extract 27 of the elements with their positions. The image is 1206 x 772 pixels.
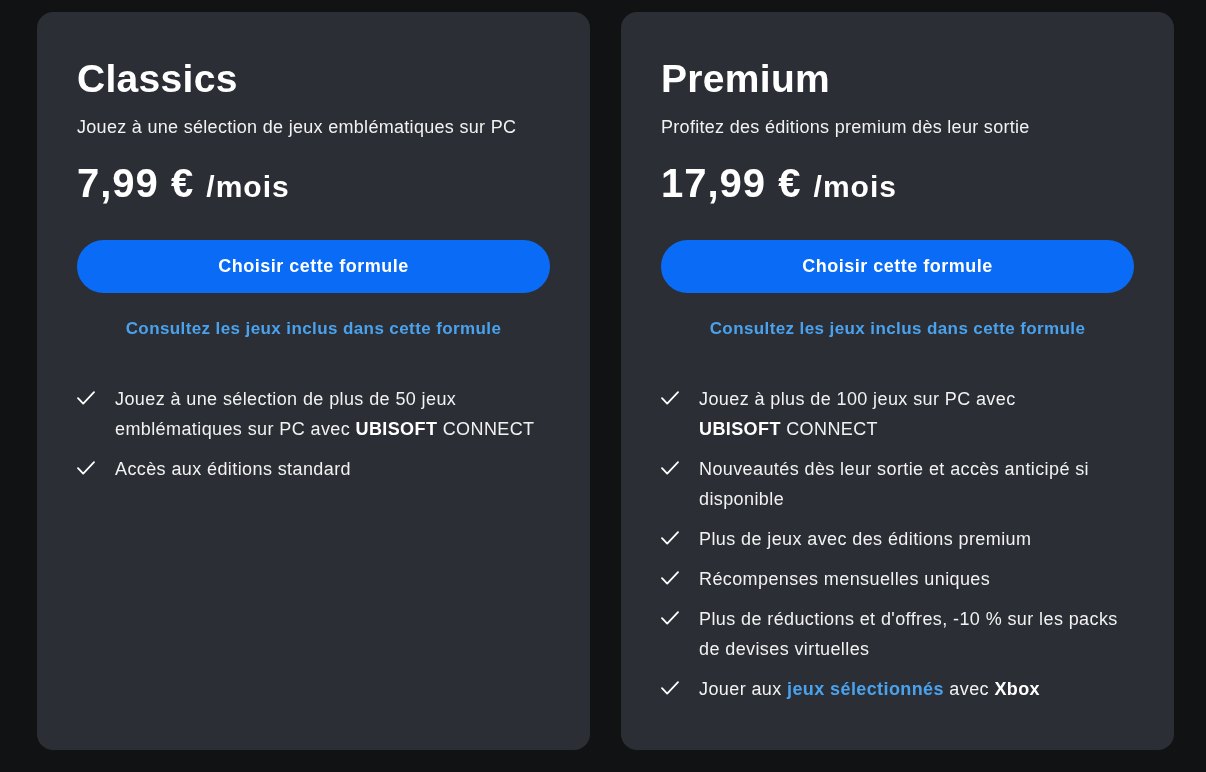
feature-text: Nouveautés dès leur sortie et accès anticipé si disponible [699, 458, 1090, 511]
feature-text: Récompenses mensuelles uniques [699, 568, 991, 591]
included-games-link[interactable]: Consultez les jeux inclus dans cette formule [709, 319, 1086, 338]
plan-price: 7,99 € /mois [77, 160, 291, 207]
checkmark-icon [661, 461, 679, 475]
checkmark-icon [77, 391, 95, 405]
choose-plan-button[interactable]: Choisir cette formule [77, 240, 550, 293]
choose-plan-button[interactable]: Choisir cette formule [661, 240, 1134, 293]
checkmark-icon [661, 611, 679, 625]
feature-text: Plus de jeux avec des éditions premium [699, 528, 1032, 551]
feature-text: Accès aux éditions standard [115, 458, 351, 481]
plan-price: 17,99 € /mois [661, 160, 898, 207]
checkmark-icon [661, 531, 679, 545]
checkmark-icon [77, 461, 95, 475]
checkmark-icon [661, 391, 679, 405]
plan-description: Profitez des éditions premium dès leur sortie [661, 116, 1031, 139]
feature-text: Jouez à une sélection de plus de 50 jeux emblématiques sur PC avec UBISOFT CONNECT [115, 388, 536, 441]
checkmark-icon [661, 571, 679, 585]
plan-title: Premium [661, 56, 831, 102]
feature-text: Plus de réductions et d'offres, -10 % sur les packs de devises virtuelles [699, 608, 1119, 661]
feature-text: Jouer aux jeux sélectionnés avec Xbox [699, 678, 1040, 701]
feature-text: Jouez à plus de 100 jeux sur PC avec UBISOFT CONNECT [699, 388, 1017, 441]
games-link[interactable]: jeux sélectionnés [787, 679, 944, 699]
plan-description: Jouez à une sélection de jeux emblématiques sur PC [77, 116, 518, 139]
plan-title: Classics [77, 56, 239, 102]
checkmark-icon [661, 681, 679, 695]
included-games-link[interactable]: Consultez les jeux inclus dans cette formule [125, 319, 502, 338]
